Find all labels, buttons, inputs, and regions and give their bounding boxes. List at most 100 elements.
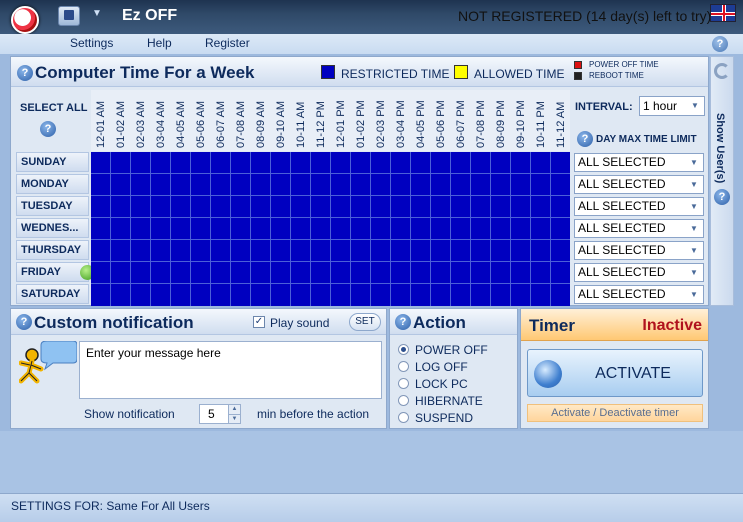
select-all-button[interactable]: SELECT ALL	[20, 102, 87, 114]
day-max-select[interactable]: ALL SELECTED ▼	[574, 285, 704, 304]
hour-column-label[interactable]: 10-11 AM	[291, 93, 311, 148]
action-option[interactable]: LOG OFF	[398, 359, 508, 375]
day-max-value: ALL SELECTED	[578, 287, 666, 301]
interval-value: 1 hour	[643, 99, 678, 113]
action-option[interactable]: LOCK PC	[398, 376, 508, 392]
day-label-text: SATURDAY	[21, 288, 81, 300]
hour-column-label[interactable]: 09-10 AM	[271, 93, 291, 148]
hour-column-label[interactable]: 03-04 PM	[391, 93, 411, 148]
uk-flag-icon[interactable]	[710, 4, 736, 22]
day-row-label[interactable]: TUESDAY	[16, 196, 89, 216]
notification-header: ? Custom notification ✓ Play sound SET	[11, 309, 386, 335]
day-row-label[interactable]: SATURDAY	[16, 284, 89, 304]
help-icon[interactable]: ?	[17, 65, 33, 81]
menu-help[interactable]: Help	[147, 36, 172, 50]
hour-column-label[interactable]: 11-12 PM	[311, 93, 331, 148]
radio-button[interactable]	[398, 412, 409, 423]
empty-area	[0, 431, 743, 493]
grid-line	[91, 283, 570, 284]
chevron-down-icon[interactable]: ▼	[228, 414, 240, 423]
help-icon[interactable]: ?	[16, 314, 32, 330]
day-row-label[interactable]: MONDAY	[16, 174, 89, 194]
day-max-value: ALL SELECTED	[578, 199, 666, 213]
hour-column-label[interactable]: 08-09 AM	[251, 93, 271, 148]
show-users-button[interactable]: Show User(s)	[714, 113, 726, 183]
hour-column-label[interactable]: 02-03 PM	[371, 93, 391, 148]
radio-button[interactable]	[398, 361, 409, 372]
day-max-select[interactable]: ALL SELECTED ▼	[574, 219, 704, 238]
day-label-text: TUESDAY	[21, 200, 73, 212]
help-icon[interactable]: ?	[40, 121, 56, 137]
activate-icon	[534, 360, 562, 388]
hour-column-label[interactable]: 03-04 AM	[151, 93, 171, 148]
schedule-grid[interactable]	[91, 152, 570, 306]
day-row-label[interactable]: WEDNES...	[16, 218, 89, 238]
hour-column-label[interactable]: 12-01 PM	[331, 93, 351, 148]
chevron-down-icon: ▼	[690, 158, 698, 167]
reboot-swatch	[574, 72, 582, 80]
hour-column-label[interactable]: 06-07 AM	[211, 93, 231, 148]
day-label-text: WEDNES...	[21, 222, 79, 234]
hour-column-label[interactable]: 07-08 PM	[471, 93, 491, 148]
action-title: Action	[413, 313, 466, 332]
action-option[interactable]: POWER OFF	[398, 342, 508, 358]
refresh-icon[interactable]	[714, 63, 730, 79]
day-label-text: THURSDAY	[21, 244, 82, 256]
day-max-select[interactable]: ALL SELECTED ▼	[574, 241, 704, 260]
help-icon[interactable]: ?	[712, 36, 728, 52]
day-max-select[interactable]: ALL SELECTED ▼	[574, 263, 704, 282]
day-max-value: ALL SELECTED	[578, 221, 666, 235]
activate-button[interactable]: ACTIVATE	[527, 349, 703, 397]
minutes-stepper[interactable]: 5 ▲ ▼	[199, 404, 241, 424]
day-max-select[interactable]: ALL SELECTED ▼	[574, 175, 704, 194]
save-icon[interactable]	[58, 6, 80, 26]
hour-column-label[interactable]: 04-05 AM	[171, 93, 191, 148]
hour-column-label[interactable]: 01-02 AM	[111, 93, 131, 148]
allowed-swatch	[454, 65, 468, 79]
day-row-label[interactable]: FRIDAY	[16, 262, 95, 282]
hour-column-label[interactable]: 10-11 PM	[531, 93, 551, 148]
radio-button[interactable]	[398, 395, 409, 406]
hour-column-label[interactable]: 04-05 PM	[411, 93, 431, 148]
settings-for-status: SETTINGS FOR: Same For All Users	[11, 499, 210, 513]
hour-column-label[interactable]: 05-06 PM	[431, 93, 451, 148]
week-schedule-panel: ? Computer Time For a Week RESTRICTED TI…	[10, 56, 709, 306]
menu-bar: Settings Help Register ?	[0, 34, 743, 54]
set-button[interactable]: SET	[349, 313, 381, 331]
window-title: Ez OFF	[122, 7, 178, 24]
hour-column-label[interactable]: 12-01 AM	[91, 93, 111, 148]
day-max-value: ALL SELECTED	[578, 177, 666, 191]
hour-column-label[interactable]: 08-09 PM	[491, 93, 511, 148]
radio-button[interactable]	[398, 344, 409, 355]
chevron-up-icon[interactable]: ▲	[228, 405, 240, 414]
hour-column-label[interactable]: 05-06 AM	[191, 93, 211, 148]
help-icon[interactable]: ?	[395, 314, 411, 330]
alarm-clock-icon[interactable]	[11, 6, 39, 34]
day-row-label[interactable]: THURSDAY	[16, 240, 89, 260]
help-icon[interactable]: ?	[714, 189, 730, 205]
day-row-label[interactable]: SUNDAY	[16, 152, 89, 172]
day-max-select[interactable]: ALL SELECTED ▼	[574, 153, 704, 172]
message-textarea[interactable]: Enter your message here	[79, 341, 382, 399]
interval-select[interactable]: 1 hour ▼	[639, 96, 705, 116]
notification-panel: ? Custom notification ✓ Play sound SET E…	[10, 308, 387, 429]
action-option[interactable]: SUSPEND	[398, 410, 508, 426]
hour-column-label[interactable]: 06-07 PM	[451, 93, 471, 148]
hour-column-label[interactable]: 02-03 AM	[131, 93, 151, 148]
messenger-icon	[19, 341, 77, 384]
play-sound-checkbox[interactable]: ✓	[253, 316, 265, 328]
hour-column-label[interactable]: 11-12 AM	[551, 93, 571, 148]
action-option[interactable]: HIBERNATE	[398, 393, 508, 409]
menu-register[interactable]: Register	[205, 36, 250, 50]
day-max-select[interactable]: ALL SELECTED ▼	[574, 197, 704, 216]
legend-restricted-label: RESTRICTED TIME	[341, 67, 450, 81]
restricted-swatch	[321, 65, 335, 79]
hour-column-label[interactable]: 01-02 PM	[351, 93, 371, 148]
toggle-timer-button[interactable]: Activate / Deactivate timer	[527, 404, 703, 422]
hour-column-label[interactable]: 07-08 AM	[231, 93, 251, 148]
quick-access-dropdown-icon[interactable]: ▼	[92, 8, 102, 19]
radio-button[interactable]	[398, 378, 409, 389]
help-icon[interactable]: ?	[577, 131, 593, 147]
hour-column-label[interactable]: 09-10 PM	[511, 93, 531, 148]
menu-settings[interactable]: Settings	[70, 36, 113, 50]
